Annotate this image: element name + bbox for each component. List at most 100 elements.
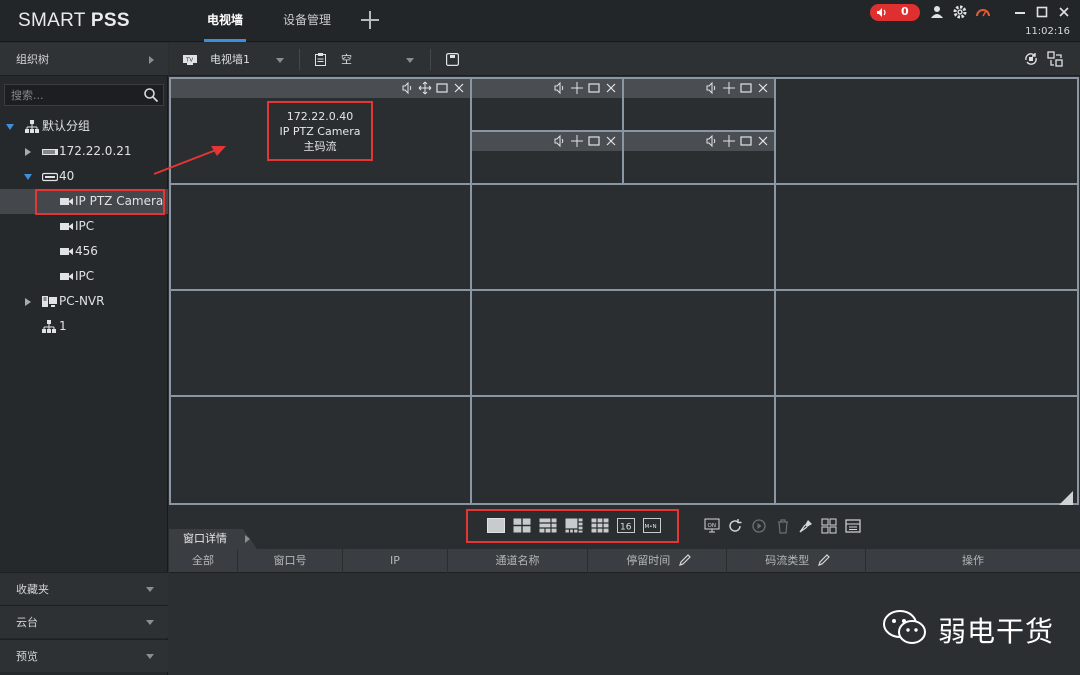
ptz-move-icon[interactable]: [570, 134, 584, 148]
wall-window-12[interactable]: [776, 291, 1077, 395]
edit-pencil-icon[interactable]: [678, 553, 692, 567]
column-operation[interactable]: 操作: [866, 549, 1080, 573]
volume-icon[interactable]: [705, 134, 719, 148]
tree-node-40[interactable]: 40: [0, 164, 168, 189]
expand-right-icon[interactable]: [25, 298, 31, 306]
dvr-icon: [42, 172, 58, 182]
ptz-section[interactable]: 云台: [0, 605, 168, 638]
split-screen-icon[interactable]: [821, 518, 837, 534]
expand-right-icon[interactable]: [25, 148, 31, 156]
tab-tv-wall[interactable]: 电视墙: [190, 0, 260, 42]
wall-window-2[interactable]: [472, 79, 622, 130]
search-icon[interactable]: [143, 87, 159, 103]
ptz-move-icon[interactable]: [570, 81, 584, 95]
close-window-icon[interactable]: [604, 134, 618, 148]
column-all[interactable]: 全部: [169, 549, 238, 573]
search-input[interactable]: [11, 87, 131, 103]
layout-16-icon[interactable]: 16: [617, 518, 635, 533]
fullscreen-icon[interactable]: [587, 81, 601, 95]
tree-node-456[interactable]: 456: [0, 239, 168, 264]
volume-icon[interactable]: [401, 81, 415, 95]
play-tour-icon[interactable]: [751, 518, 767, 534]
tab-label: 设备管理: [282, 13, 331, 27]
sync-icon[interactable]: [1023, 51, 1039, 67]
window-list-icon[interactable]: [845, 518, 861, 534]
tab-window-details[interactable]: 窗口详情: [169, 529, 257, 549]
chevron-down-icon[interactable]: [406, 58, 414, 63]
chevron-right-icon[interactable]: [245, 535, 250, 543]
wall-window-3[interactable]: [624, 79, 774, 130]
wall-select[interactable]: 电视墙1: [210, 43, 250, 76]
refresh-icon[interactable]: [727, 518, 743, 534]
screen-on-icon[interactable]: ON: [704, 518, 720, 534]
wall-window-14[interactable]: [472, 397, 774, 503]
fullscreen-icon[interactable]: [739, 81, 753, 95]
close-window-icon[interactable]: [756, 134, 770, 148]
user-icon[interactable]: [929, 4, 945, 20]
expand-down-icon[interactable]: [24, 174, 32, 180]
volume-icon[interactable]: [705, 81, 719, 95]
ptz-move-icon[interactable]: [722, 81, 736, 95]
column-window-no[interactable]: 窗口号: [238, 549, 343, 573]
wall-window-10[interactable]: [171, 291, 470, 395]
tree-node-1[interactable]: 1: [0, 314, 168, 339]
favorites-section[interactable]: 收藏夹: [0, 572, 168, 605]
expand-down-icon[interactable]: [6, 124, 14, 130]
wall-window-6[interactable]: [776, 79, 1077, 183]
section-label: 收藏夹: [16, 583, 49, 596]
fullscreen-icon[interactable]: [587, 134, 601, 148]
layout-4-icon[interactable]: [513, 518, 531, 533]
ptz-move-icon[interactable]: [722, 134, 736, 148]
wall-window-5[interactable]: [624, 132, 774, 183]
clear-brush-icon[interactable]: [798, 518, 814, 534]
performance-gauge-icon[interactable]: [975, 4, 991, 20]
tab-device-manager[interactable]: 设备管理: [272, 0, 342, 42]
wall-window-13[interactable]: [171, 397, 470, 503]
column-label: 停留时间: [626, 554, 671, 567]
close-window-icon[interactable]: [604, 81, 618, 95]
gear-icon[interactable]: [952, 4, 968, 20]
close-window-icon[interactable]: [756, 81, 770, 95]
wall-window-7[interactable]: [171, 185, 470, 289]
layout-6-icon[interactable]: [539, 518, 557, 533]
layout-custom-icon[interactable]: M•N: [643, 518, 661, 533]
column-channel-name[interactable]: 通道名称: [448, 549, 588, 573]
minimize-icon[interactable]: [1012, 4, 1028, 20]
wall-window-11[interactable]: [472, 291, 774, 395]
wall-window-15[interactable]: [776, 397, 1077, 503]
layout-9-icon[interactable]: [591, 518, 609, 533]
save-icon[interactable]: [446, 53, 459, 66]
add-tab-button[interactable]: [358, 8, 382, 32]
edit-pencil-icon[interactable]: [817, 553, 831, 567]
wall-window-8[interactable]: [472, 185, 774, 289]
preview-section[interactable]: 预览: [0, 639, 168, 672]
wall-window-4[interactable]: [472, 132, 622, 183]
chevron-down-icon[interactable]: [276, 58, 284, 63]
wall-window-9[interactable]: [776, 185, 1077, 289]
layout-1-icon[interactable]: [487, 518, 505, 533]
tree-node-172-22-0-21[interactable]: 172.22.0.21: [0, 139, 168, 164]
maximize-icon[interactable]: [1034, 4, 1050, 20]
tree-node-ipc-1[interactable]: IPC: [0, 214, 168, 239]
plan-select[interactable]: 空: [341, 43, 352, 76]
tree-node-ipc-2[interactable]: IPC: [0, 264, 168, 289]
layout-switch-icon[interactable]: [1047, 51, 1063, 67]
volume-icon[interactable]: [553, 134, 567, 148]
volume-icon[interactable]: [553, 81, 567, 95]
column-dwell-time[interactable]: 停留时间: [588, 549, 727, 573]
tree-node-pc-nvr[interactable]: PC-NVR: [0, 289, 168, 314]
layout-8-icon[interactable]: [565, 518, 583, 533]
resize-handle[interactable]: [1059, 491, 1073, 505]
alarm-badge[interactable]: 0: [870, 4, 920, 21]
smart-pss-window: SMART PSS 电视墙 设备管理 0 11:02:16 组织树 默认分组: [0, 0, 1080, 675]
column-stream-type[interactable]: 码流类型: [727, 549, 866, 573]
column-ip[interactable]: IP: [343, 549, 448, 573]
close-window-icon[interactable]: [452, 81, 466, 95]
delete-icon[interactable]: [775, 518, 791, 534]
close-icon[interactable]: [1056, 4, 1072, 20]
fullscreen-icon[interactable]: [739, 134, 753, 148]
tree-node-default-group[interactable]: 默认分组: [0, 114, 168, 139]
ptz-move-icon[interactable]: [418, 81, 432, 95]
fullscreen-icon[interactable]: [435, 81, 449, 95]
org-tree-header[interactable]: 组织树: [0, 43, 168, 76]
